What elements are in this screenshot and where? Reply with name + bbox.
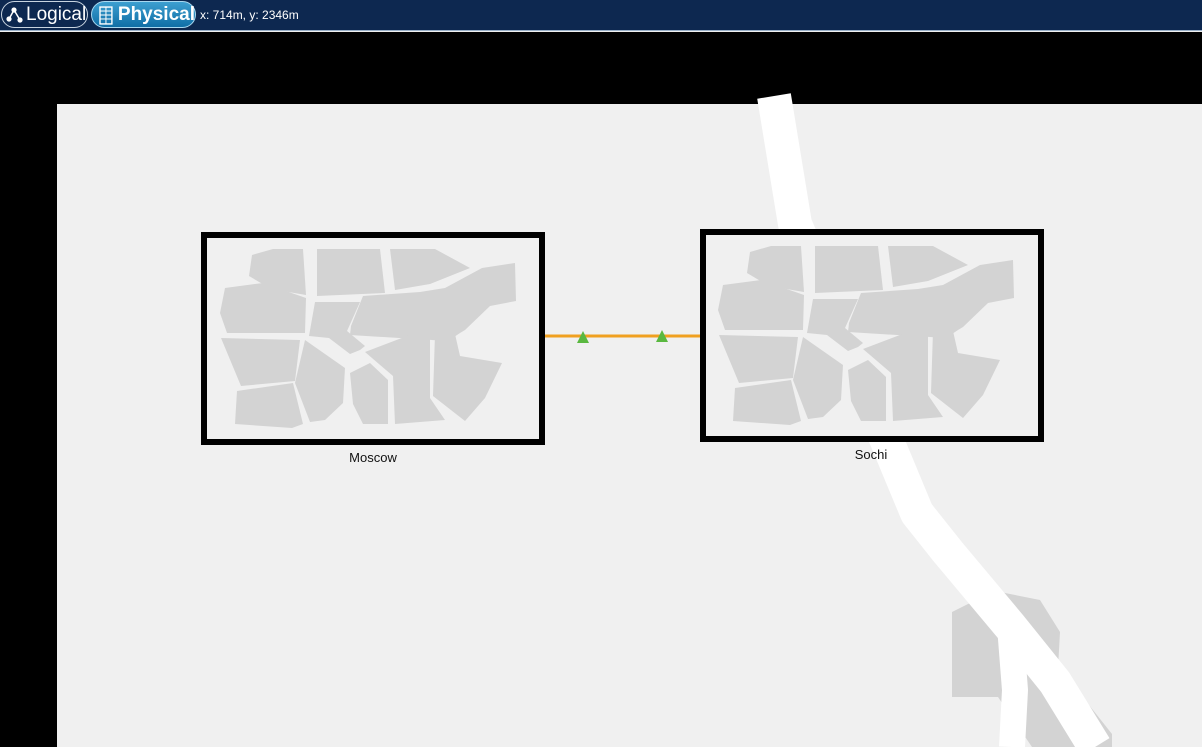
map-left-border (0, 32, 57, 747)
cursor-coordinates: x: 714m, y: 2346m (200, 8, 299, 22)
site-label-moscow: Moscow (349, 450, 397, 465)
map-top-border (0, 32, 1202, 104)
road-branch (997, 624, 1028, 747)
physical-view-label: Physical (117, 3, 195, 25)
physical-building-icon (99, 5, 113, 25)
site-moscow[interactable] (201, 232, 545, 445)
site-sochi[interactable] (700, 229, 1044, 442)
physical-view-button[interactable]: Physical (91, 1, 196, 28)
logical-view-button[interactable]: Logical (1, 1, 88, 28)
physical-map-canvas[interactable]: Moscow Sochi (0, 32, 1202, 747)
site-label-sochi: Sochi (854, 447, 888, 462)
view-toolbar: Logical Physical x: 714m, y: 2346m (0, 0, 1202, 31)
logical-view-label: Logical (26, 3, 87, 25)
logical-graph-icon (6, 6, 23, 23)
map-drawing (0, 32, 1202, 747)
